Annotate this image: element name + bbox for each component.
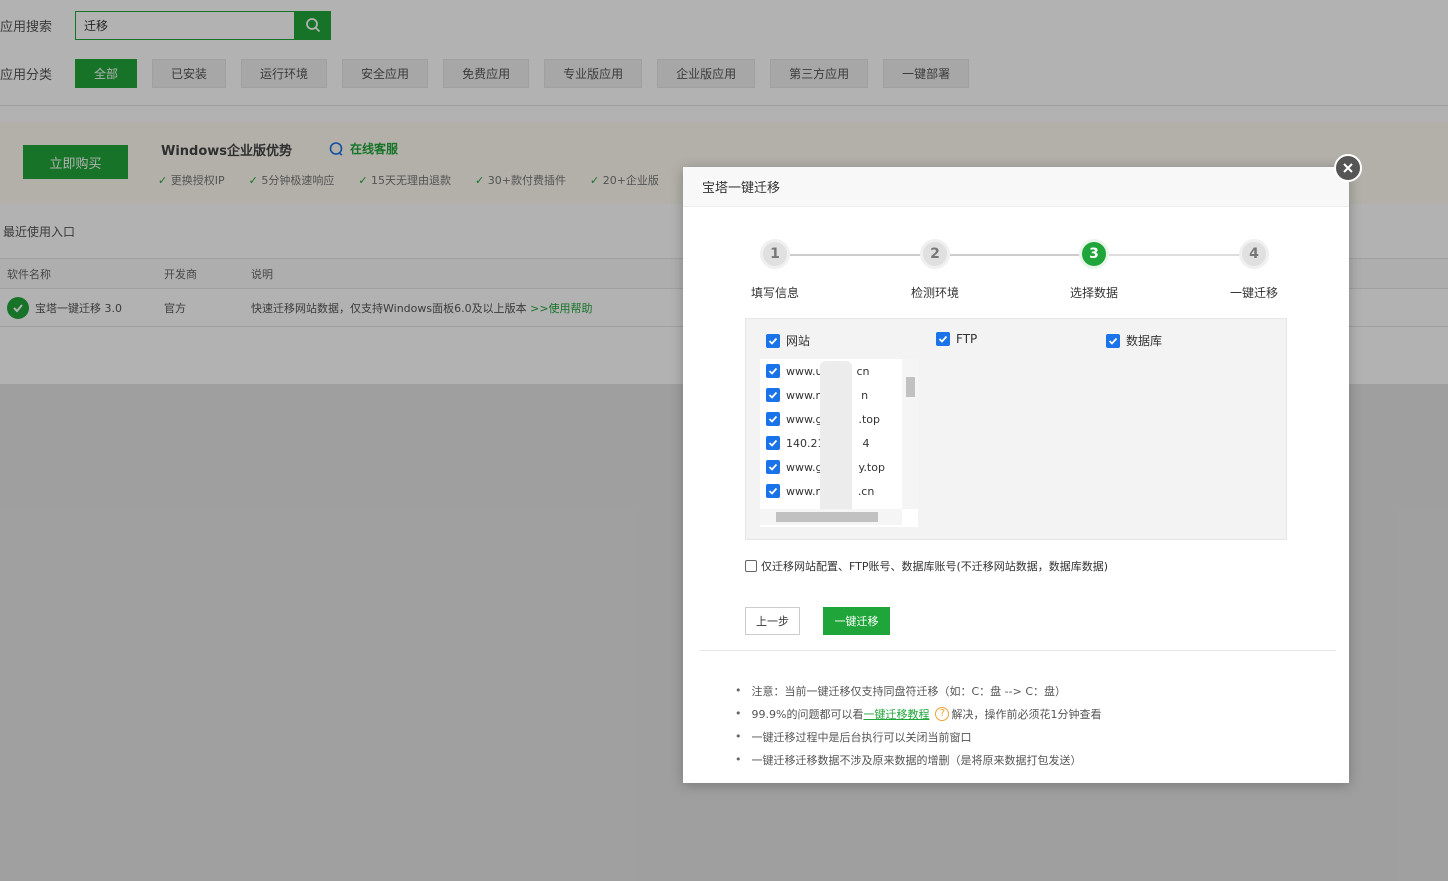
checkbox-checked-icon[interactable] — [766, 333, 780, 348]
step-label: 填写信息 — [750, 286, 799, 300]
site-name-end: cn — [856, 364, 870, 378]
type-ftp[interactable]: FTP — [936, 332, 977, 346]
note-item: 注意：当前一键迁移仅支持同盘符迁移（如：C：盘 --> C：盘） — [735, 679, 1101, 702]
checkbox-checked-icon[interactable] — [766, 436, 780, 450]
vertical-scrollbar[interactable] — [902, 359, 918, 509]
site-name-start: 140.21 — [786, 436, 825, 450]
site-name-start: www.ri — [786, 388, 824, 402]
horizontal-scrollbar[interactable] — [760, 509, 902, 525]
site-name-end: y.top — [858, 460, 885, 474]
site-name-end: .top — [858, 412, 880, 426]
redaction-blur — [820, 361, 852, 525]
modal-title: 宝塔一键迁移 — [702, 181, 781, 196]
step-4: 4 一键迁移 — [1214, 239, 1294, 301]
tutorial-link[interactable]: 一键迁移教程 — [863, 706, 929, 722]
only-config-label: 仅迁移网站配置、FTP账号、数据库账号(不迁移网站数据，数据库数据) — [761, 560, 1109, 573]
step-1: 1 填写信息 — [735, 239, 815, 301]
step-label: 选择数据 — [1069, 286, 1118, 300]
step-label: 检测环境 — [910, 286, 959, 300]
step-progress: 1 填写信息 2 检测环境 3 选择数据 4 一键迁移 — [683, 239, 1349, 309]
migration-modal: 宝塔一键迁移 1 填写信息 2 检测环境 3 选择数据 4 一键迁移 网站 FT… — [683, 154, 1362, 783]
checkbox-checked-icon[interactable] — [766, 412, 780, 426]
question-icon[interactable]: ? — [935, 706, 950, 721]
data-selection-box: 网站 FTP 数据库 www.u cn www.ri n www.g .top 140… — [745, 318, 1287, 540]
step-label: 一键迁移 — [1229, 286, 1278, 300]
step-number: 3 — [1079, 239, 1109, 269]
site-name-start: www.g — [786, 460, 823, 474]
step-number: 2 — [920, 239, 950, 269]
checkbox-checked-icon[interactable] — [766, 364, 780, 378]
step-number: 1 — [760, 239, 790, 269]
note-item: 一键迁移过程中是后台执行可以关闭当前窗口 — [735, 725, 1101, 748]
checkbox-checked-icon[interactable] — [766, 388, 780, 402]
checkbox-unchecked-icon[interactable] — [745, 560, 757, 572]
start-migration-button[interactable]: 一键迁移 — [823, 607, 890, 635]
scrollbar-thumb[interactable] — [906, 377, 915, 397]
type-label: FTP — [956, 332, 978, 346]
site-name-end: n — [861, 388, 869, 402]
prev-step-button[interactable]: 上一步 — [745, 607, 800, 635]
type-label: 网站 — [786, 334, 811, 348]
checkbox-checked-icon[interactable] — [1106, 333, 1120, 348]
type-database[interactable]: 数据库 — [1106, 332, 1162, 349]
note-item: 99.9%的问题都可以看 一键迁移教程 ? 解决，操作前必须花1分钟查看 — [735, 702, 1101, 725]
checkbox-checked-icon[interactable] — [766, 460, 780, 474]
type-website[interactable]: 网站 — [766, 332, 810, 349]
site-name-start: www.g — [786, 412, 823, 426]
site-name-end: .cn — [857, 484, 875, 498]
close-button[interactable] — [1334, 154, 1362, 182]
step-3: 3 选择数据 — [1054, 239, 1134, 301]
notes-list: 注意：当前一键迁移仅支持同盘符迁移（如：C：盘 --> C：盘） 99.9%的问… — [735, 679, 1102, 771]
only-config-option[interactable]: 仅迁移网站配置、FTP账号、数据库账号(不迁移网站数据，数据库数据) — [745, 558, 1108, 574]
site-name-start: www.u — [786, 364, 823, 378]
site-name-end: 4 — [862, 436, 870, 450]
step-2: 2 检测环境 — [895, 239, 975, 301]
close-icon — [1343, 163, 1353, 173]
checkbox-checked-icon[interactable] — [766, 484, 780, 498]
type-label: 数据库 — [1126, 334, 1163, 348]
modal-header: 宝塔一键迁移 — [683, 167, 1349, 207]
divider — [700, 650, 1336, 651]
note-item: 一键迁移迁移数据不涉及原来数据的增删（是将原来数据打包发送） — [735, 748, 1101, 771]
scrollbar-thumb[interactable] — [776, 512, 878, 522]
site-list[interactable]: www.u cn www.ri n www.g .top 140.21 4 www.g y… — [760, 359, 918, 527]
checkbox-checked-icon[interactable] — [936, 332, 950, 346]
step-number: 4 — [1239, 239, 1269, 269]
